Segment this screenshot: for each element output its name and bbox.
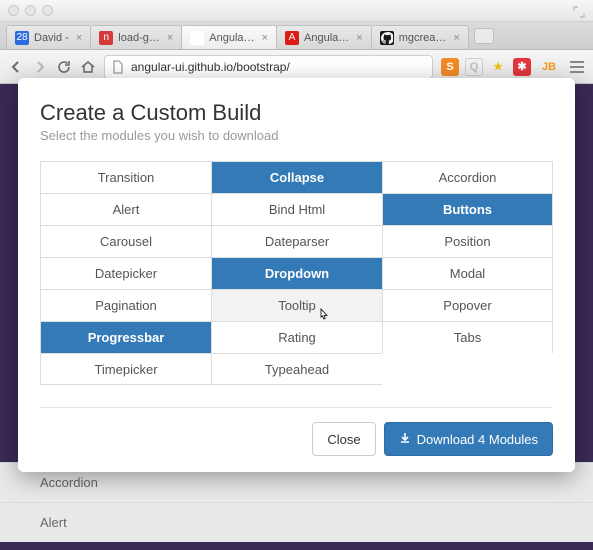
module-toggle[interactable]: Typeahead	[211, 353, 382, 385]
module-toggle[interactable]: Carousel	[40, 225, 211, 257]
custom-build-modal: Create a Custom Build Select the modules…	[18, 78, 575, 472]
module-toggle[interactable]: Collapse	[211, 161, 382, 193]
module-toggle[interactable]: Rating	[211, 321, 382, 353]
module-toggle[interactable]: Progressbar	[40, 321, 211, 353]
window-zoom-button[interactable]	[42, 5, 53, 16]
download-icon	[399, 432, 411, 447]
modal-footer: Close Download 4 Modules	[40, 407, 553, 456]
home-button[interactable]	[80, 59, 96, 75]
tab-label: Angula…	[304, 32, 349, 44]
extension-icon[interactable]: ✱	[513, 58, 531, 76]
module-toggle[interactable]: Accordion	[382, 161, 553, 193]
module-grid: TransitionCollapseAccordion AlertBind Htm…	[40, 161, 553, 385]
back-button[interactable]	[8, 59, 24, 75]
extension-icon[interactable]: ★	[489, 58, 507, 76]
browser-tab[interactable]: mgcrea… ×	[371, 25, 469, 49]
new-tab-button[interactable]	[474, 28, 494, 44]
module-toggle[interactable]: Dateparser	[211, 225, 382, 257]
tab-close-icon[interactable]: ×	[167, 32, 173, 44]
module-toggle[interactable]: Datepicker	[40, 257, 211, 289]
browser-tab[interactable]: Angula… ×	[181, 25, 277, 49]
extension-icon[interactable]: Q	[465, 58, 483, 76]
browser-tab[interactable]: A Angula… ×	[276, 25, 372, 49]
module-toggle[interactable]: Tabs	[382, 321, 553, 353]
tab-close-icon[interactable]: ×	[262, 32, 268, 44]
page-background: Accordion Alert Create a Custom Build Se…	[0, 84, 593, 550]
browser-tab[interactable]: n load-g… ×	[90, 25, 182, 49]
forward-button[interactable]	[32, 59, 48, 75]
extension-icon[interactable]: S	[441, 58, 459, 76]
module-toggle[interactable]: Popover	[382, 289, 553, 321]
module-toggle[interactable]: Timepicker	[40, 353, 211, 385]
module-toggle[interactable]: Pagination	[40, 289, 211, 321]
browser-tab[interactable]: 28 David - ×	[6, 25, 91, 49]
reload-button[interactable]	[56, 59, 72, 75]
modal-title: Create a Custom Build	[40, 100, 553, 126]
tab-label: David -	[34, 32, 69, 44]
tab-strip: 28David -×nload-g…×Angula…×AAngula…×mgcr…	[0, 22, 593, 50]
window-titlebar	[0, 0, 593, 22]
module-toggle[interactable]: Dropdown	[211, 257, 382, 289]
tab-label: mgcrea…	[399, 32, 447, 44]
tab-close-icon[interactable]: ×	[453, 32, 459, 44]
modal-subtitle: Select the modules you wish to download	[40, 128, 553, 143]
tab-favicon-icon: A	[285, 31, 299, 45]
tab-close-icon[interactable]: ×	[356, 32, 362, 44]
module-toggle[interactable]: Tooltip	[211, 289, 382, 321]
close-button[interactable]: Close	[312, 422, 375, 456]
module-toggle[interactable]: Position	[382, 225, 553, 257]
module-toggle[interactable]: Alert	[40, 193, 211, 225]
window-expand-icon[interactable]	[573, 5, 585, 17]
tab-close-icon[interactable]: ×	[76, 32, 82, 44]
window-close-button[interactable]	[8, 5, 19, 16]
tab-label: Angula…	[209, 32, 254, 44]
menu-button[interactable]	[569, 60, 585, 74]
grid-spacer	[382, 353, 553, 385]
module-toggle[interactable]: Bind Html	[211, 193, 382, 225]
background-list-item[interactable]: Alert	[0, 502, 593, 542]
window-minimize-button[interactable]	[25, 5, 36, 16]
extension-icon[interactable]: JB	[537, 58, 561, 76]
url-bar[interactable]: angular-ui.github.io/bootstrap/	[104, 55, 433, 79]
tab-favicon-icon	[190, 31, 204, 45]
module-toggle[interactable]: Transition	[40, 161, 211, 193]
extensions-area: SQ ★ ✱ JB	[441, 58, 561, 76]
tab-favicon-icon: n	[99, 31, 113, 45]
download-button[interactable]: Download 4 Modules	[384, 422, 553, 456]
module-toggle[interactable]: Buttons	[382, 193, 553, 225]
page-icon	[111, 60, 125, 74]
tab-label: load-g…	[118, 32, 160, 44]
module-toggle[interactable]: Modal	[382, 257, 553, 289]
tab-favicon-icon: 28	[15, 31, 29, 45]
url-text: angular-ui.github.io/bootstrap/	[131, 60, 290, 74]
tab-favicon-icon	[380, 31, 394, 45]
